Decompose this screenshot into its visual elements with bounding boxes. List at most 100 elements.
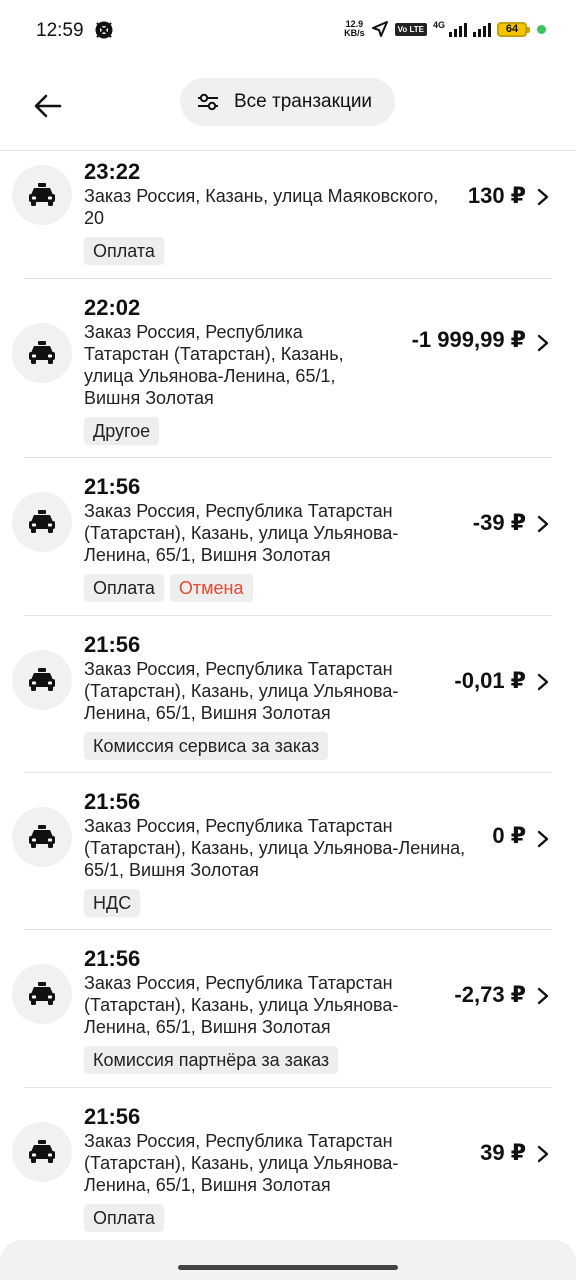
description-line: Ленина, 65/1, Вишня Золотая [84, 1017, 331, 1037]
speed-unit: KB/s [344, 28, 365, 38]
back-button[interactable] [26, 84, 70, 128]
transaction-time: 21:56 [84, 632, 141, 657]
cancel-tag: Отмена [169, 574, 253, 602]
status-time: 12:59 [36, 20, 84, 41]
transaction-amount: 39 ₽ [480, 1140, 526, 1165]
transaction-row[interactable]: 21:56 Заказ Россия, Республика Татарстан(… [12, 616, 552, 773]
category-tag: Оплата [84, 574, 164, 602]
transaction-amount: -2,73 ₽ [454, 982, 526, 1007]
description-line: Заказ Россия, Республика Татарстан [84, 659, 393, 679]
signal-bars-2-icon [473, 21, 491, 37]
chevron-right-icon [536, 986, 552, 1006]
chevron-right-icon [536, 187, 552, 207]
transaction-tags: Комиссия партнёра за заказ [84, 1046, 398, 1074]
transaction-row[interactable]: 21:56 Заказ Россия, Республика Татарстан(… [12, 773, 552, 930]
header: Все транзакции [0, 62, 576, 151]
category-tag: Комиссия сервиса за заказ [84, 732, 329, 760]
description-line: Татарстан (Татарстан), Казань, [84, 344, 344, 364]
chevron-right-icon [536, 672, 552, 692]
filter-label: Все транзакции [234, 91, 373, 112]
transaction-description: Заказ Россия, Республика Татарстан (Татар… [84, 658, 398, 724]
description-line: 20 [84, 208, 105, 228]
home-indicator[interactable] [178, 1265, 398, 1270]
taxi-car-icon [12, 807, 72, 867]
transaction-amount: -39 ₽ [472, 510, 526, 535]
transaction-time: 21:56 [84, 789, 141, 814]
transaction-content: 21:56 Заказ Россия, Республика Татарстан(… [84, 632, 398, 760]
transactions-filter-button[interactable]: Все транзакции [180, 78, 395, 126]
transaction-tags: Оплата [84, 237, 438, 265]
transaction-row[interactable]: 21:56 Заказ Россия, Республика Татарстан(… [12, 1088, 552, 1248]
transaction-time: 23:22 [84, 159, 141, 184]
transaction-description: Заказ Россия, Республика Татарстан (Татар… [84, 1130, 398, 1196]
category-tag: Оплата [84, 1204, 164, 1232]
description-line: Заказ Россия, Республика Татарстан [84, 1131, 393, 1151]
chevron-right-icon [536, 1144, 552, 1164]
transaction-tags: Оплата Отмена [84, 574, 398, 602]
status-bar: 12:59 12.9 KB/s Vo LTE 4G 64 [0, 0, 576, 62]
category-tag: Оплата [84, 237, 164, 265]
transaction-description: Заказ Россия, Республика Татарстан (Татар… [84, 321, 344, 409]
transaction-amount: 130 ₽ [467, 183, 526, 208]
transaction-description: Заказ Россия, Казань, улица Маяковского,… [84, 185, 438, 229]
description-line: Ленина, 65/1, Вишня Золотая [84, 1175, 331, 1195]
description-line: Заказ Россия, Республика Татарстан [84, 973, 393, 993]
description-line: (Татарстан), Казань, улица Ульянова-Лени… [84, 838, 466, 858]
transaction-time: 21:56 [84, 474, 141, 499]
transaction-description: Заказ Россия, Республика Татарстан (Татар… [84, 972, 398, 1038]
category-tag: Комиссия партнёра за заказ [84, 1046, 339, 1074]
transaction-content: 23:22 Заказ Россия, Казань, улица Маяковс… [84, 159, 438, 265]
description-line: Заказ Россия, Казань, улица Маяковского, [84, 186, 439, 206]
description-line: (Татарстан), Казань, улица Ульянова- [84, 1153, 399, 1173]
transaction-tags: Оплата [84, 1204, 398, 1232]
description-line: (Татарстан), Казань, улица Ульянова- [84, 681, 399, 701]
battery-icon: 64 [497, 21, 530, 37]
sliders-icon [198, 93, 218, 111]
description-line: Ленина, 65/1, Вишня Золотая [84, 703, 331, 723]
transaction-amount: 0 ₽ [492, 823, 526, 848]
privacy-dot-icon [537, 24, 546, 34]
taxi-car-icon [12, 964, 72, 1024]
network-type: 4G [432, 20, 445, 30]
transaction-content: 21:56 Заказ Россия, Республика Татарстан(… [84, 946, 398, 1074]
transaction-description: Заказ Россия, Республика Татарстан (Татар… [84, 815, 465, 881]
arrow-left-icon [34, 94, 62, 118]
description-line: (Татарстан), Казань, улица Ульянова- [84, 523, 399, 543]
transaction-row[interactable]: 21:56 Заказ Россия, Республика Татарстан(… [12, 930, 552, 1088]
chevron-right-icon [536, 829, 552, 849]
chevron-right-icon [536, 333, 552, 353]
taxi-car-icon [12, 1122, 72, 1182]
description-line: Заказ Россия, Республика [84, 322, 303, 342]
category-tag: Другое [84, 417, 160, 445]
taxi-car-icon [12, 165, 72, 225]
transaction-amount: -1 999,99 ₽ [411, 327, 526, 352]
description-line: 65/1, Вишня Золотая [84, 860, 259, 880]
transaction-content: 21:56 Заказ Россия, Республика Татарстан(… [84, 474, 398, 602]
description-line: улица Ульянова-Ленина, 65/1, [84, 366, 336, 386]
description-line: Заказ Россия, Республика Татарстан [84, 501, 393, 521]
description-line: (Татарстан), Казань, улица Ульянова- [84, 995, 399, 1015]
taxi-car-icon [12, 323, 72, 383]
battery-level: 64 [505, 23, 519, 35]
category-tag: НДС [84, 889, 141, 917]
transaction-row[interactable]: 23:22 Заказ Россия, Казань, улица Маяковс… [12, 151, 552, 279]
alarm-icon [95, 21, 113, 39]
transaction-row[interactable]: 21:56 Заказ Россия, Республика Татарстан(… [12, 458, 552, 616]
location-arrow-icon [371, 21, 388, 37]
transaction-time: 22:02 [84, 295, 141, 320]
signal-bars-icon [449, 21, 467, 37]
transaction-time: 21:56 [84, 1104, 141, 1129]
transaction-tags: Другое [84, 417, 344, 445]
chevron-right-icon [536, 514, 552, 534]
transaction-row[interactable]: 22:02 Заказ Россия, Республика Татарстан (… [12, 279, 552, 458]
transaction-content: 21:56 Заказ Россия, Республика Татарстан(… [84, 789, 465, 917]
description-line: Заказ Россия, Республика Татарстан [84, 816, 393, 836]
description-line: Вишня Золотая [84, 388, 214, 408]
transactions-list: 23:22 Заказ Россия, Казань, улица Маяковс… [0, 151, 576, 1248]
transaction-content: 22:02 Заказ Россия, Республика Татарстан (… [84, 295, 344, 445]
transaction-description: Заказ Россия, Республика Татарстан (Татар… [84, 500, 398, 566]
description-line: Ленина, 65/1, Вишня Золотая [84, 545, 331, 565]
transaction-time: 21:56 [84, 946, 141, 971]
network-speed: 12.9 KB/s [344, 20, 365, 38]
taxi-car-icon [12, 492, 72, 552]
